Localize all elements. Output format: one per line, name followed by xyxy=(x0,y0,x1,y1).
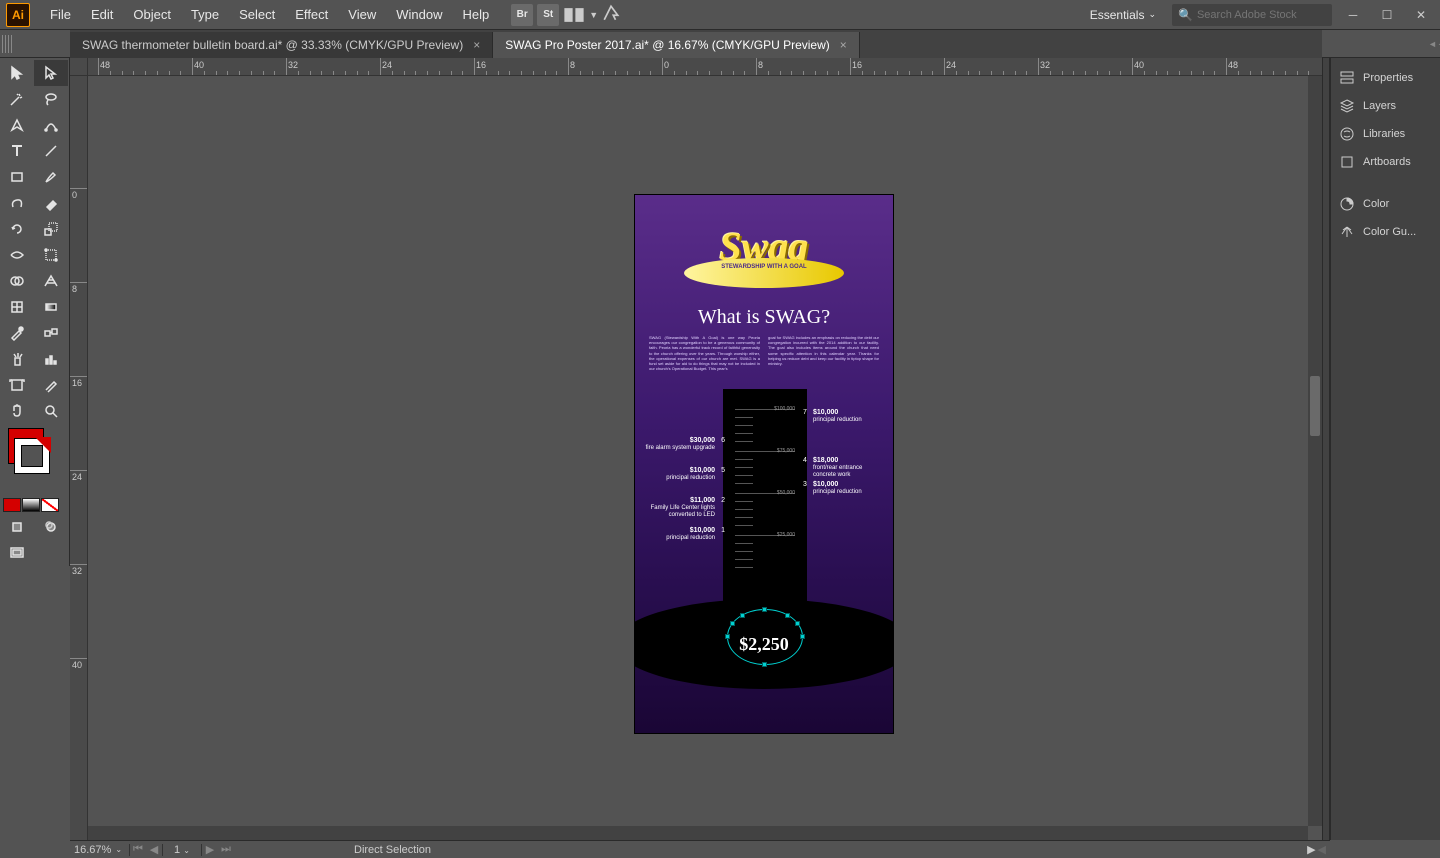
canvas-area[interactable]: SWAG thermometer bulletin board.ai* @ 33… xyxy=(70,58,1322,840)
perspective-grid-tool[interactable] xyxy=(34,268,68,294)
panel-dock: Properties Layers Libraries Artboards Co… xyxy=(1330,58,1440,840)
arrange-icon[interactable] xyxy=(563,4,585,26)
magic-wand-tool[interactable] xyxy=(0,86,34,112)
menu-view[interactable]: View xyxy=(338,1,386,28)
rotate-tool[interactable] xyxy=(0,216,34,242)
menu-effect[interactable]: Effect xyxy=(285,1,338,28)
draw-normal[interactable] xyxy=(0,514,34,540)
panel-dock-strip[interactable] xyxy=(1322,58,1330,840)
color-mode-solid[interactable] xyxy=(3,498,21,512)
scale-tool[interactable] xyxy=(34,216,68,242)
artboard-number[interactable]: 1 ⌄ xyxy=(162,844,202,856)
selected-path[interactable] xyxy=(727,609,803,665)
fill-stroke-swatch[interactable] xyxy=(0,424,69,478)
line-tool[interactable] xyxy=(34,138,68,164)
nav-next[interactable]: ▶ xyxy=(202,843,218,856)
scroll-indicator: ▶ xyxy=(1307,843,1315,856)
screen-mode[interactable] xyxy=(0,540,34,566)
panel-layers[interactable]: Layers xyxy=(1331,92,1440,120)
window-maximize[interactable]: ☐ xyxy=(1374,5,1400,25)
curvature-tool[interactable] xyxy=(34,112,68,138)
nav-prev[interactable]: ◀ xyxy=(146,843,162,856)
ruler-vertical[interactable]: 0816243240 xyxy=(70,76,88,840)
search-stock-input[interactable] xyxy=(1197,9,1326,21)
document-tab-active[interactable]: SWAG Pro Poster 2017.ai* @ 16.67% (CMYK/… xyxy=(493,32,860,58)
gpu-icon[interactable] xyxy=(602,4,620,25)
menu-window[interactable]: Window xyxy=(386,1,452,28)
bridge-icon[interactable]: Br xyxy=(511,4,533,26)
app-logo: Ai xyxy=(6,3,30,27)
grip-icon xyxy=(2,35,12,53)
scroll-indicator: ◀ xyxy=(1318,843,1326,856)
shaper-tool[interactable] xyxy=(0,190,34,216)
lasso-tool[interactable] xyxy=(34,86,68,112)
draw-behind[interactable] xyxy=(34,514,68,540)
menu-bar: Ai File Edit Object Type Select Effect V… xyxy=(0,0,1440,30)
panel-color[interactable]: Color xyxy=(1331,190,1440,218)
shape-builder-tool[interactable] xyxy=(0,268,34,294)
zoom-tool[interactable] xyxy=(34,398,68,424)
close-icon[interactable]: × xyxy=(473,38,480,52)
blend-tool[interactable] xyxy=(34,320,68,346)
panel-libraries[interactable]: Libraries xyxy=(1331,120,1440,148)
panel-properties[interactable]: Properties xyxy=(1331,64,1440,92)
stock-icon[interactable]: St xyxy=(537,4,559,26)
workspace-switcher[interactable]: Essentials⌄ xyxy=(1082,4,1164,26)
selection-tool[interactable] xyxy=(0,60,34,86)
artboard[interactable]: Swag STEWARDSHIP WITH A GOAL What is SWA… xyxy=(634,194,894,734)
type-tool[interactable] xyxy=(0,138,34,164)
eyedropper-tool[interactable] xyxy=(0,320,34,346)
poster-heading: What is SWAG? xyxy=(635,306,893,329)
gradient-tool[interactable] xyxy=(34,294,68,320)
panel-color-guide[interactable]: Color Gu... xyxy=(1331,218,1440,246)
nav-last[interactable]: ⏭ xyxy=(218,843,234,856)
nav-first[interactable]: ⏮ xyxy=(130,843,146,856)
eraser-tool[interactable] xyxy=(34,190,68,216)
window-close[interactable]: ✕ xyxy=(1408,5,1434,25)
menu-object[interactable]: Object xyxy=(123,1,181,28)
scrollbar-vertical[interactable] xyxy=(1308,76,1322,826)
slice-tool[interactable] xyxy=(34,372,68,398)
status-current-tool: Direct Selection xyxy=(354,844,431,856)
menu-type[interactable]: Type xyxy=(181,1,229,28)
paintbrush-tool[interactable] xyxy=(34,164,68,190)
poster-body: SWAG (Stewardship With A Goal) is one wa… xyxy=(635,329,893,377)
mesh-tool[interactable] xyxy=(0,294,34,320)
ruler-origin[interactable] xyxy=(70,58,88,76)
menu-file[interactable]: File xyxy=(40,1,81,28)
menu-edit[interactable]: Edit xyxy=(81,1,123,28)
free-transform-tool[interactable] xyxy=(34,242,68,268)
rectangle-tool[interactable] xyxy=(0,164,34,190)
direct-selection-tool[interactable] xyxy=(34,60,68,86)
search-stock[interactable]: 🔍 xyxy=(1172,4,1332,26)
column-graph-tool[interactable] xyxy=(34,346,68,372)
width-tool[interactable] xyxy=(0,242,34,268)
color-mode-gradient[interactable] xyxy=(22,498,40,512)
panel-artboards[interactable]: Artboards xyxy=(1331,148,1440,176)
scrollbar-horizontal[interactable] xyxy=(88,826,1308,840)
close-icon[interactable]: × xyxy=(840,38,847,52)
document-tab[interactable]: SWAG thermometer bulletin board.ai* @ 33… xyxy=(70,32,493,58)
zoom-level[interactable]: 16.67%⌄ xyxy=(70,844,130,856)
thermometer: $100,000$75,000$50,000$25,000 6$30,000fi… xyxy=(635,389,893,689)
symbol-sprayer-tool[interactable] xyxy=(0,346,34,372)
status-bar: 16.67%⌄ ⏮ ◀ 1 ⌄ ▶ ⏭ Direct Selection ▶ ◀ xyxy=(70,840,1330,858)
menu-select[interactable]: Select xyxy=(229,1,285,28)
hand-tool[interactable] xyxy=(0,398,34,424)
panel-collapse-icon[interactable]: ◄◄ xyxy=(1428,39,1438,49)
menu-help[interactable]: Help xyxy=(452,1,499,28)
artboard-tool[interactable] xyxy=(0,372,34,398)
ruler-horizontal[interactable]: 48403224168081624324048 xyxy=(88,58,1322,76)
pen-tool[interactable] xyxy=(0,112,34,138)
poster-logo: Swag STEWARDSHIP WITH A GOAL xyxy=(635,223,893,288)
color-mode-none[interactable] xyxy=(41,498,59,512)
search-icon: 🔍 xyxy=(1178,8,1193,22)
window-minimize[interactable]: ─ xyxy=(1340,5,1366,25)
document-tabs: SWAG thermometer bulletin board.ai* @ 33… xyxy=(70,30,1322,58)
toolbox xyxy=(0,58,70,566)
